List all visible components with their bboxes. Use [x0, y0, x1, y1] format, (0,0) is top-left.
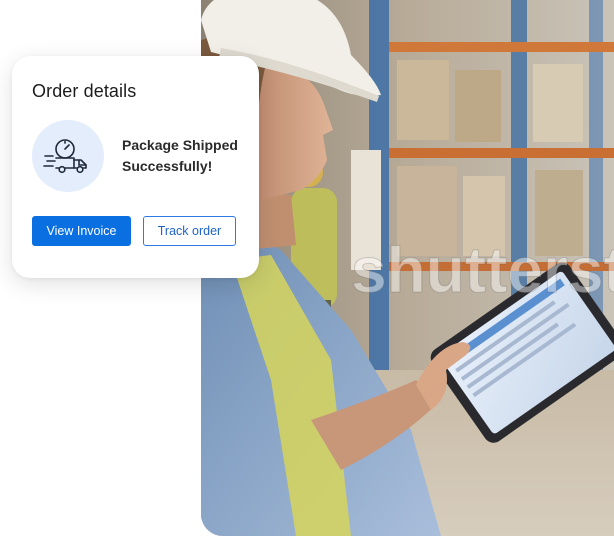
stage: shutterstock Order details	[0, 0, 614, 536]
card-title: Order details	[32, 81, 137, 101]
track-order-button[interactable]: Track order	[143, 216, 236, 246]
warehouse-worker-photo: shutterstock	[201, 0, 614, 536]
view-invoice-button[interactable]: View Invoice	[32, 216, 131, 246]
shipping-status-message: Package Shipped Successfully!	[122, 135, 252, 177]
status-line-1: Package Shipped	[122, 137, 238, 153]
status-line-2: Successfully!	[122, 158, 213, 174]
status-icon-badge	[32, 120, 104, 192]
watermark-text: shutterstock	[351, 234, 614, 306]
order-details-card: Order details Package Shipped Successful…	[12, 56, 259, 278]
delivery-truck-icon	[43, 139, 87, 174]
